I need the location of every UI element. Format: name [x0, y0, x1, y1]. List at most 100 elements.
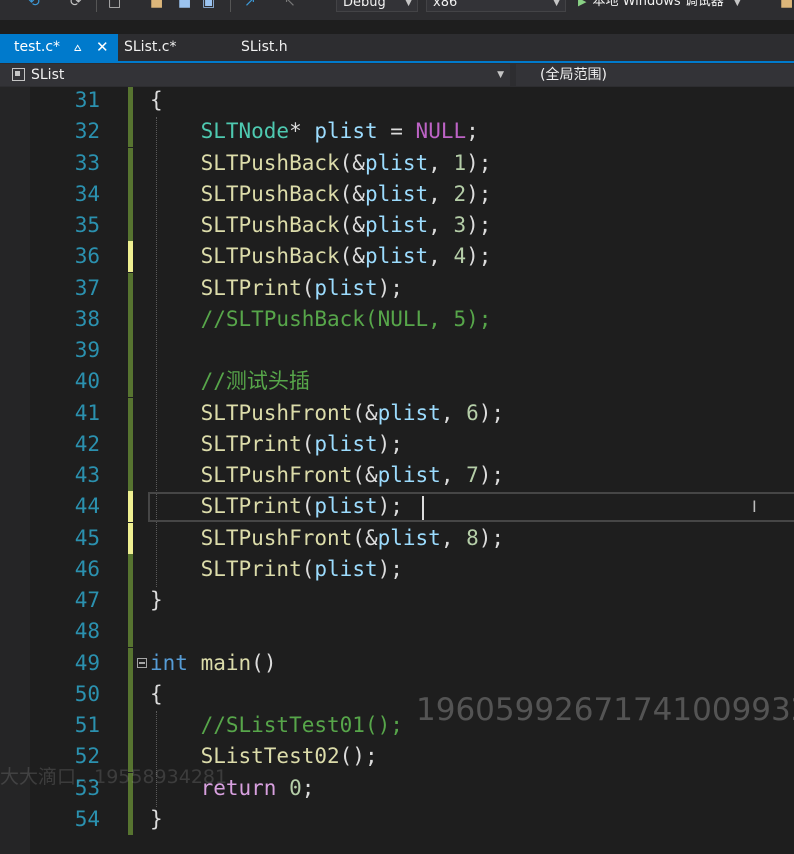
project-icon: [12, 68, 25, 81]
tab-test-c[interactable]: test.c* ⩟ ✕: [0, 34, 118, 61]
project-scope-select[interactable]: SList ▼: [0, 64, 510, 86]
close-icon[interactable]: ✕: [96, 34, 109, 61]
line-number: 46: [74, 557, 100, 581]
code-token: {: [150, 682, 163, 706]
code-token: plist: [314, 276, 378, 300]
code-line[interactable]: 36 SLTPushBack(&plist, 4);: [0, 241, 794, 272]
line-number: 35: [74, 213, 100, 237]
line-number: 34: [74, 182, 100, 206]
chevron-down-icon: ▼: [405, 0, 412, 8]
change-marker: [128, 148, 133, 179]
start-debugger-button[interactable]: ▶ 本地 Windows 调试器 ▼: [578, 0, 741, 10]
code-token: );: [466, 182, 492, 206]
tab-slist-h[interactable]: SList.h: [227, 34, 327, 61]
code-token: ,: [428, 213, 454, 237]
code-line[interactable]: 39: [0, 335, 794, 366]
line-number: 36: [74, 244, 100, 268]
code-line[interactable]: 32 SLTNode* plist = NULL;: [0, 116, 794, 147]
change-marker: [128, 616, 133, 647]
code-editor[interactable]: 31{32 SLTNode* plist = NULL; 33 SLTPushBa…: [0, 87, 794, 854]
code-token: (&: [339, 213, 365, 237]
code-line[interactable]: 43 SLTPushFront(&plist, 7);: [0, 460, 794, 491]
change-marker: [128, 335, 133, 366]
code-line[interactable]: 46 SLTPrint(plist);: [0, 554, 794, 585]
save-icon[interactable]: ■: [178, 0, 191, 10]
code-line[interactable]: 38 //SLTPushBack(NULL, 5);: [0, 304, 794, 335]
code-text: {: [150, 87, 163, 116]
change-marker: [128, 554, 133, 585]
code-token: ,: [440, 401, 467, 425]
code-text: //SLTPushBack(NULL, 5);: [150, 304, 492, 335]
code-line[interactable]: 45 SLTPushFront(&plist, 8);: [0, 523, 794, 554]
tab-label: SList.h: [241, 39, 288, 55]
toolbar-separator: [96, 0, 97, 12]
code-token: (&: [352, 401, 378, 425]
code-token: SLTPushBack: [200, 213, 340, 237]
global-scope-select[interactable]: (全局范围): [516, 64, 794, 86]
code-line[interactable]: 47}: [0, 585, 794, 616]
code-token: ,: [428, 151, 454, 175]
line-number: 39: [74, 338, 100, 362]
code-token: ;: [301, 776, 315, 800]
line-number: 48: [74, 619, 100, 643]
code-token: plist: [314, 432, 378, 456]
debugger-label: 本地 Windows 调试器: [592, 0, 724, 9]
code-line[interactable]: 48: [0, 616, 794, 647]
line-number: 43: [74, 463, 100, 487]
code-line[interactable]: 31 {: [0, 87, 794, 116]
code-token: 0: [289, 776, 302, 800]
code-line[interactable]: 35 SLTPushBack(&plist, 3);: [0, 210, 794, 241]
line-number: 44: [74, 494, 100, 518]
code-text: SLTPushBack(&plist, 1);: [150, 148, 492, 179]
platform-select[interactable]: x86 ▼: [426, 0, 566, 12]
collapse-icon[interactable]: [137, 658, 147, 668]
code-token: 7: [466, 463, 479, 487]
code-line[interactable]: 41 SLTPushFront(&plist, 6);: [0, 398, 794, 429]
change-marker: [128, 710, 133, 741]
code-token: (&: [339, 182, 365, 206]
pin-icon[interactable]: ⩟: [74, 34, 81, 61]
toolbox-icon[interactable]: ■: [780, 0, 793, 10]
code-token: (: [301, 276, 315, 300]
navigation-bar: SList ▼ (全局范围): [0, 63, 794, 87]
new-file-icon[interactable]: □: [108, 0, 121, 10]
code-text: SLTPushBack(&plist, 3);: [150, 210, 492, 241]
code-token: NULL: [415, 119, 467, 143]
code-line[interactable]: 37 SLTPrint(plist);: [0, 273, 794, 304]
code-line[interactable]: 42 SLTPrint(plist);: [0, 429, 794, 460]
watermark-number: 19605992671741009932: [416, 692, 794, 728]
change-marker: [128, 429, 133, 460]
save-all-icon[interactable]: ▣: [202, 0, 215, 10]
line-number: 38: [74, 307, 100, 331]
chevron-down-icon: ▼: [553, 0, 560, 8]
chevron-down-icon[interactable]: ▼: [734, 0, 741, 8]
tab-label: SList.c*: [124, 39, 177, 55]
navigate-back-icon[interactable]: ↗: [244, 0, 256, 10]
code-line[interactable]: 40 //测试头插: [0, 366, 794, 397]
toolbar-separator: [230, 0, 231, 12]
code-line[interactable]: 49 int main(): [0, 648, 794, 679]
code-token: );: [377, 557, 403, 581]
undo-icon[interactable]: ⟲: [28, 0, 40, 10]
code-text: }: [150, 804, 163, 835]
code-token: SLTPushFront: [200, 463, 353, 487]
navigate-forward-icon[interactable]: ↖: [284, 0, 296, 10]
code-text: //SListTest01();: [150, 710, 403, 741]
tab-slist-c[interactable]: SList.c*: [110, 34, 220, 61]
code-line[interactable]: 34 SLTPushBack(&plist, 2);: [0, 179, 794, 210]
open-folder-icon[interactable]: ■: [150, 0, 163, 10]
redo-icon[interactable]: ⟳: [70, 0, 82, 10]
code-line[interactable]: 33 SLTPushBack(&plist, 1);: [0, 148, 794, 179]
code-token: SLTPushFront: [200, 526, 353, 550]
code-token: plist: [364, 244, 429, 268]
code-token: //SListTest01();: [200, 713, 403, 737]
code-line[interactable]: 54}: [0, 804, 794, 835]
platform-value: x86: [433, 0, 458, 10]
change-marker: [128, 179, 133, 210]
tab-label: test.c*: [14, 39, 61, 55]
solution-config-select[interactable]: Debug ▼: [336, 0, 418, 12]
